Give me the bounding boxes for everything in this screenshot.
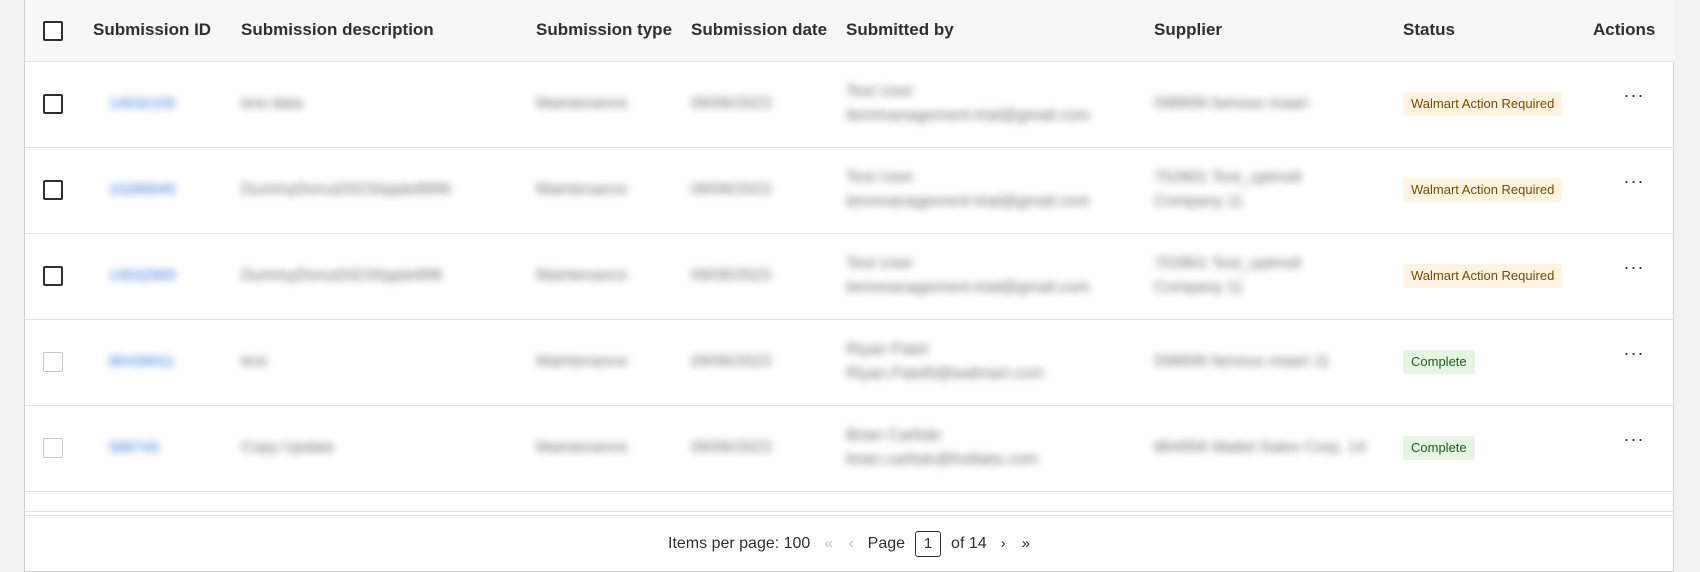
header-type[interactable]: Submission type	[536, 0, 691, 61]
supplier-line2: Company 11	[1154, 279, 1244, 296]
submission-date: 09/06/2023	[691, 267, 772, 284]
supplier-line1: 598699 famous maari	[1154, 95, 1309, 112]
items-per-page[interactable]: Items per page: 100	[668, 535, 810, 553]
supplier-line1: 598699 famous maari 11	[1154, 353, 1330, 370]
page-number-input[interactable]: 1	[915, 530, 942, 557]
submitter-name: Riyan Patel	[846, 341, 928, 358]
status-badge: Walmart Action Required	[1403, 264, 1563, 288]
submission-date: 09/06/2023	[691, 353, 772, 370]
submitter-email: brian.carlisle@hotlabs.com	[846, 451, 1039, 468]
submitter-email: itemmanagement-trial@gmail.com	[846, 193, 1090, 210]
select-all-checkbox[interactable]	[43, 20, 63, 41]
header-status[interactable]: Status	[1403, 0, 1593, 61]
table-row: 589745 Copy Update Maintenance 09/06/202…	[25, 405, 1675, 491]
status-badge: Walmart Action Required	[1403, 178, 1563, 202]
submission-id-link[interactable]: 14532155	[109, 95, 176, 112]
table-spacer-row	[25, 491, 1675, 511]
submission-type: Maintenance	[536, 353, 628, 370]
table-row: 15289045 DummyDonut2023Apple8996 Mainten…	[25, 147, 1675, 233]
more-actions-icon[interactable]: ···	[1593, 429, 1675, 450]
more-actions-icon[interactable]: ···	[1593, 343, 1675, 364]
supplier-line2: Company 11	[1154, 193, 1244, 210]
next-page-icon[interactable]: ›	[1001, 535, 1006, 552]
row-checkbox[interactable]	[43, 352, 63, 372]
submission-date: 09/06/2023	[691, 95, 772, 112]
submission-date: 09/06/2023	[691, 181, 772, 198]
submission-type: Maintenance	[536, 439, 628, 456]
submission-type: Maintenance	[536, 181, 628, 198]
prev-page-icon[interactable]: ‹	[849, 535, 854, 552]
status-badge: Complete	[1403, 350, 1475, 374]
submission-description: test	[241, 353, 267, 370]
table-row: 14532909 DummyDonut2023Apple898 Maintena…	[25, 233, 1675, 319]
submitter-email: Riyan.Patel0@walmart.com	[846, 365, 1044, 382]
submission-description: DummyDonut2023Apple8996	[241, 181, 451, 198]
submission-type: Maintenance	[536, 267, 628, 284]
header-description[interactable]: Submission description	[241, 0, 536, 61]
row-checkbox[interactable]	[43, 180, 63, 200]
submissions-table: Submission ID Submission description Sub…	[25, 0, 1675, 512]
first-page-icon[interactable]: «	[824, 535, 832, 552]
status-badge: Complete	[1403, 436, 1475, 460]
submitter-name: Test User	[846, 255, 914, 272]
row-checkbox[interactable]	[43, 266, 63, 286]
supplier-line1: 864956 Mattel Sales Corp. 14	[1154, 439, 1366, 456]
row-checkbox[interactable]	[43, 94, 63, 114]
table-row: 85439911 test Maintenance 09/06/2023 Riy…	[25, 319, 1675, 405]
header-date[interactable]: Submission date	[691, 0, 846, 61]
submission-id-link[interactable]: 589745	[109, 439, 159, 456]
submission-id-link[interactable]: 15289045	[109, 181, 176, 198]
header-submitted-by[interactable]: Submitted by	[846, 0, 1154, 61]
header-submission-id[interactable]: Submission ID	[93, 0, 241, 61]
header-actions: Actions	[1593, 20, 1656, 40]
header-supplier[interactable]: Supplier	[1154, 0, 1403, 61]
pagination: Items per page: 100 « ‹ Page 1 of 14 › »	[25, 515, 1675, 571]
page-total: of 14	[951, 534, 987, 552]
submission-id-link[interactable]: 85439911	[109, 353, 175, 370]
table-header-row: Submission ID Submission description Sub…	[25, 0, 1675, 61]
more-actions-icon[interactable]: ···	[1593, 85, 1675, 106]
last-page-icon[interactable]: »	[1022, 535, 1030, 552]
submitter-email: itemmanagement-trial@gmail.com	[846, 107, 1090, 124]
submission-description: DummyDonut2023Apple898	[241, 267, 443, 284]
submitter-name: Test User	[846, 169, 914, 186]
page-label: Page	[867, 534, 906, 552]
row-checkbox[interactable]	[43, 438, 63, 458]
submission-description: test data	[241, 95, 303, 112]
submitter-name: Test User	[846, 83, 914, 100]
submission-type: Maintenance	[536, 95, 628, 112]
table-row: 14532155 test data Maintenance 09/06/202…	[25, 61, 1675, 147]
submission-date: 09/06/2023	[691, 439, 772, 456]
status-badge: Walmart Action Required	[1403, 92, 1563, 116]
more-actions-icon[interactable]: ···	[1593, 257, 1675, 278]
more-actions-icon[interactable]: ···	[1593, 171, 1675, 192]
submissions-table-container: Submission ID Submission description Sub…	[24, 0, 1675, 572]
submission-id-link[interactable]: 14532909	[109, 267, 176, 284]
supplier-line1: 752801 Test_uptmslt	[1154, 169, 1302, 186]
submission-description: Copy Update	[241, 439, 335, 456]
submitter-email: itemmanagement-trial@gmail.com	[846, 279, 1090, 296]
supplier-line1: 752801 Test_uptmslt	[1154, 255, 1302, 272]
submitter-name: Brian Carlisle	[846, 427, 942, 444]
